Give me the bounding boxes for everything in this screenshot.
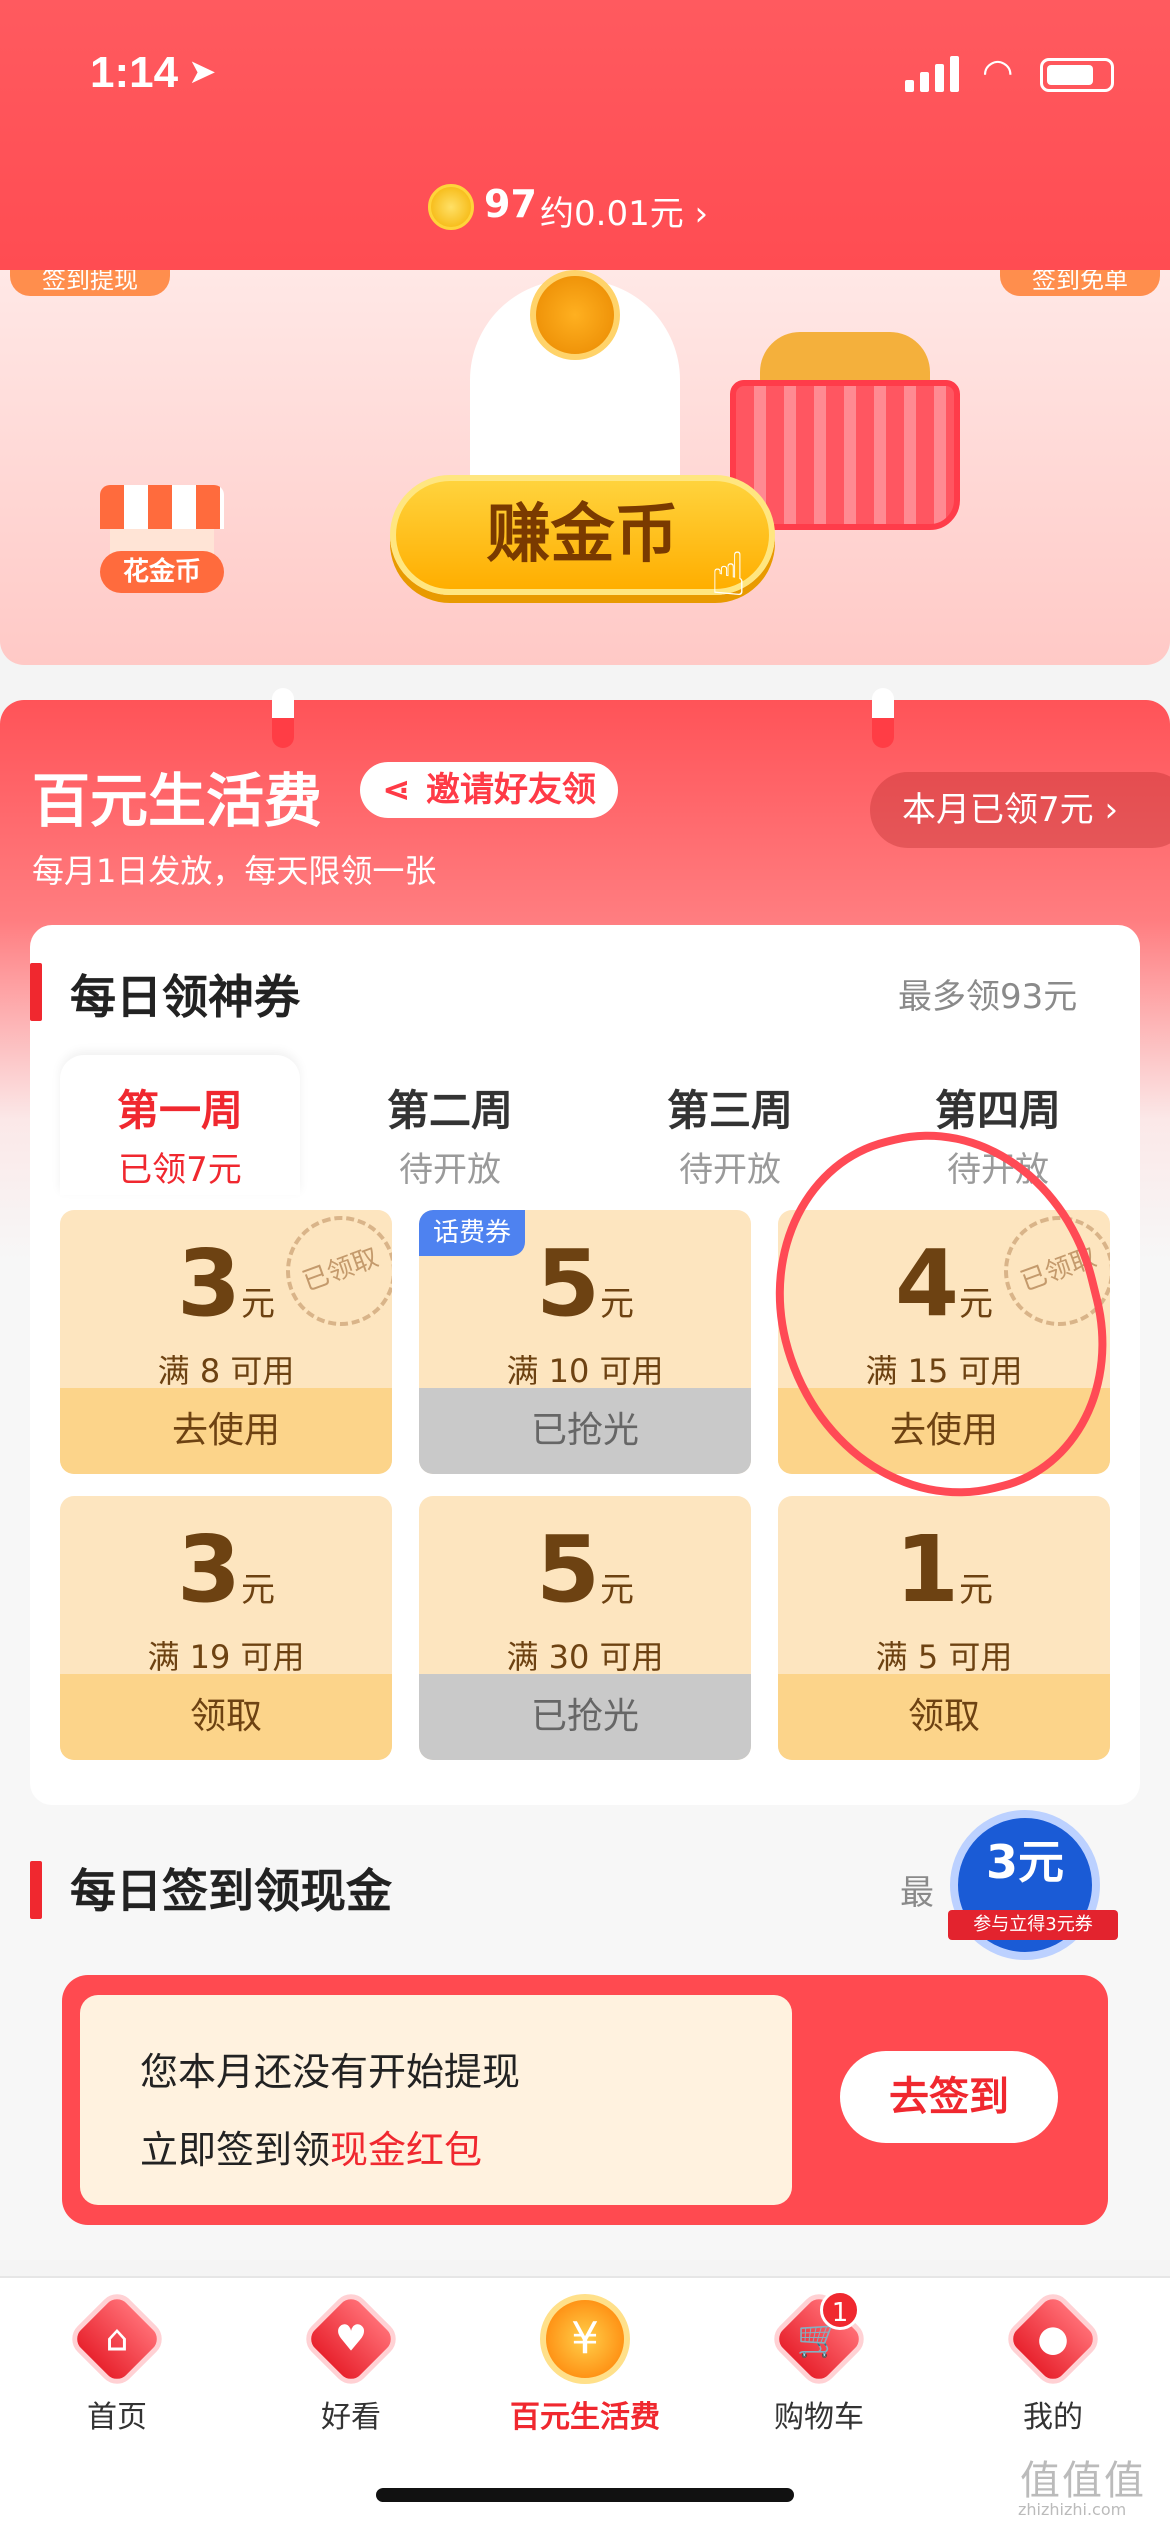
coupon-unit: 元 — [600, 1570, 634, 1610]
coupon-condition: 满 5 可用 — [875, 1638, 1013, 1676]
home-icon: ⌂ — [64, 2286, 170, 2392]
tab-profile[interactable]: ● 我的 — [936, 2286, 1170, 2436]
tab-living-allowance[interactable]: ¥ 百元生活费 — [468, 2294, 702, 2436]
top-header: 1:14 ➤ ◠ 97 约0.01元 › — [0, 0, 1170, 270]
pin-decoration — [872, 688, 894, 748]
coupon-condition: 满 19 可用 — [147, 1638, 305, 1676]
tab-label: 好看 — [321, 2400, 381, 2435]
withdraw-status-text: 您本月还没有开始提现 — [140, 2050, 521, 2094]
week-title: 第二周 — [386, 1086, 513, 1135]
week-status: 待开放 — [399, 1150, 501, 1190]
sign-cta-prefix: 立即签到领 — [140, 2128, 331, 2172]
coupon-item: 3元 满 19 可用 领取 — [60, 1496, 392, 1760]
money-bag-icon: ¥ — [540, 2294, 630, 2384]
coupon-card-title: 每日领神券 — [70, 970, 300, 1024]
claim-coupon-button[interactable]: 领取 — [60, 1674, 392, 1760]
tab-week-1[interactable]: 第一周 已领7元 — [60, 1055, 300, 1195]
coin-banner: 签到提现 签到免单 花金币 赚金币 ☝ — [0, 270, 1170, 665]
coupon-unit: 元 — [600, 1284, 634, 1324]
week-status: 已领7元 — [118, 1150, 242, 1190]
sold-out-button: 已抢光 — [419, 1388, 751, 1474]
coupon-item: 已领取 3元 满 8 可用 去使用 — [60, 1210, 392, 1474]
status-time: 1:14 — [90, 48, 179, 97]
sign-withdraw-tag[interactable]: 签到提现 — [10, 270, 170, 296]
pointing-hand-icon: ☝ — [710, 540, 747, 610]
tab-home[interactable]: ⌂ 首页 — [0, 2286, 234, 2436]
coupon-amount-value: 3 — [176, 1230, 241, 1337]
sign-in-box: 您本月还没有开始提现 立即签到领现金红包 去签到 — [62, 1975, 1108, 2225]
watermark-url: zhizhizhi.com — [1018, 2500, 1127, 2519]
go-sign-in-button[interactable]: 去签到 — [840, 2051, 1058, 2143]
badge-amount: 3元 — [985, 1835, 1064, 1889]
coupon-amount: 1元 — [778, 1524, 1110, 1636]
tab-cart[interactable]: 🛒 购物车 — [702, 2286, 936, 2436]
coupon-amount: 3元 — [60, 1238, 392, 1350]
home-indicator[interactable] — [376, 2488, 794, 2502]
shop-awning-icon — [100, 485, 224, 529]
three-yuan-badge[interactable]: 3元 参与立得3元券 — [948, 1810, 1118, 1960]
coupon-unit: 元 — [241, 1570, 275, 1610]
title-accent-bar — [30, 1861, 42, 1919]
coupon-item: 5元 满 30 可用 已抢光 — [419, 1496, 751, 1760]
section-title: 百元生活费 — [32, 767, 323, 835]
wifi-icon: ◠ — [982, 52, 1014, 93]
week-title: 第三周 — [666, 1086, 793, 1135]
tab-discover[interactable]: ♥ 好看 — [234, 2286, 468, 2436]
coupon-item: 1元 满 5 可用 领取 — [778, 1496, 1110, 1760]
tab-label: 首页 — [87, 2400, 147, 2435]
coupon-item: 话费券 5元 满 10 可用 已抢光 — [419, 1210, 751, 1474]
coupon-amount-value: 3 — [176, 1516, 241, 1623]
tab-label: 购物车 — [774, 2400, 864, 2435]
tab-label: 百元生活费 — [510, 2400, 660, 2435]
cart-count-badge: 1 — [820, 2290, 860, 2330]
coupon-amount: 3元 — [60, 1524, 392, 1636]
spend-coins-button[interactable]: 花金币 — [100, 485, 224, 595]
sign-card-title: 每日签到领现金 — [70, 1864, 392, 1918]
monthly-claimed-button[interactable]: 本月已领7元 › — [870, 772, 1170, 848]
gold-coin-icon — [428, 184, 474, 230]
sign-free-order-tag[interactable]: 签到免单 — [1000, 270, 1160, 296]
coupon-unit: 元 — [241, 1284, 275, 1324]
use-coupon-button[interactable]: 去使用 — [60, 1388, 392, 1474]
coupon-amount-value: 5 — [535, 1230, 600, 1337]
sign-cta-text: 立即签到领现金红包 — [140, 2119, 482, 2174]
watermark: 值值值 — [1020, 2458, 1146, 2504]
claim-coupon-button[interactable]: 领取 — [778, 1674, 1110, 1760]
cash-red-packet-text: 现金红包 — [330, 2128, 483, 2172]
invite-label: 邀请好友领 — [426, 770, 596, 810]
coin-value-link[interactable]: 约0.01元 › — [540, 186, 708, 235]
section-subtitle: 每月1日发放，每天限领一张 — [32, 852, 437, 890]
share-icon: ⋖ — [382, 770, 411, 810]
sign-in-message: 您本月还没有开始提现 立即签到领现金红包 — [80, 1995, 792, 2205]
week-title: 第四周 — [934, 1086, 1061, 1135]
week-title: 第一周 — [116, 1086, 243, 1135]
coupon-condition: 满 30 可用 — [506, 1638, 664, 1676]
coupon-condition: 满 10 可用 — [506, 1352, 664, 1390]
coupon-amount: 5元 — [419, 1238, 751, 1350]
sold-out-button: 已抢光 — [419, 1674, 751, 1760]
title-accent-bar — [30, 963, 42, 1021]
coin-illustration — [530, 270, 620, 360]
invite-friends-button[interactable]: ⋖ 邀请好友领 — [360, 762, 618, 818]
coin-count[interactable]: 97 — [484, 182, 537, 226]
battery-icon — [1040, 58, 1114, 92]
pin-decoration — [272, 688, 294, 748]
signal-icon — [905, 56, 959, 92]
coupon-condition: 满 8 可用 — [157, 1352, 295, 1390]
tab-week-2[interactable]: 第二周 待开放 — [330, 1055, 570, 1195]
spend-coins-label: 花金币 — [100, 551, 224, 593]
badge-text: 参与立得3元券 — [948, 1910, 1118, 1940]
coupon-amount-value: 1 — [894, 1516, 959, 1623]
heart-icon: ♥ — [298, 2286, 404, 2392]
tab-label: 我的 — [1023, 2400, 1083, 2435]
coupon-amount: 5元 — [419, 1524, 751, 1636]
location-arrow-icon: ➤ — [188, 52, 217, 92]
sign-card-right-label: 最 — [900, 1873, 934, 1913]
person-icon: ● — [1000, 2286, 1106, 2392]
coupon-unit: 元 — [959, 1570, 993, 1610]
max-claim-label: 最多领93元 — [898, 977, 1078, 1017]
tab-week-3[interactable]: 第三周 待开放 — [610, 1055, 850, 1195]
coupon-amount-value: 5 — [535, 1516, 600, 1623]
